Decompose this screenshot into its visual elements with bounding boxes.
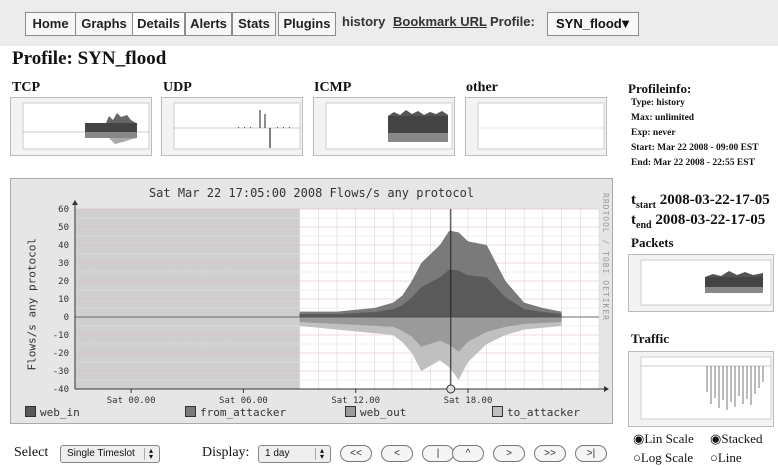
traffic-thumbnail-graph[interactable] bbox=[628, 351, 774, 427]
x-tick-label: Sat 06.00 bbox=[219, 396, 268, 406]
y-tick-label: 20 bbox=[58, 277, 69, 287]
legend-to-attacker: to_attacker bbox=[492, 406, 580, 419]
select-label: Select bbox=[14, 445, 49, 460]
x-tick-label: Sat 00.00 bbox=[107, 396, 156, 406]
y-tick-label: -40 bbox=[53, 385, 69, 395]
legend-swatch-web-out bbox=[345, 406, 356, 417]
x-axis-arrow bbox=[604, 386, 609, 392]
profile-select-value: SYN_flood bbox=[556, 16, 622, 31]
radio-stacked[interactable]: ◉Stacked bbox=[710, 431, 763, 447]
thumbnail-graph-other[interactable] bbox=[465, 97, 607, 156]
thumbnail-graph-tcp[interactable] bbox=[10, 97, 152, 156]
packets-heading: Packets bbox=[631, 235, 674, 250]
packets-thumbnail-graph[interactable] bbox=[628, 254, 774, 312]
legend-swatch-to-attacker bbox=[492, 406, 503, 417]
top-navigation-bar: Home Graphs Details Alerts Stats Plugins… bbox=[0, 0, 778, 46]
legend-label-from-attacker: from_attacker bbox=[200, 406, 287, 419]
profileinfo-end: End: Mar 22 2008 - 22:55 EST bbox=[631, 158, 755, 168]
thumbnail-graph-icmp[interactable] bbox=[313, 97, 455, 156]
t-start-line: tstart 2008-03-22-17-05 bbox=[631, 192, 770, 211]
nav-current-button[interactable]: | bbox=[422, 445, 454, 462]
y-tick-label: -10 bbox=[53, 331, 69, 341]
log-scale-label: Log Scale bbox=[640, 450, 694, 465]
profileinfo-exp: Exp: never bbox=[631, 128, 676, 138]
nav-first-button[interactable]: << bbox=[340, 445, 372, 462]
t-end-value: 2008-03-22-17-05 bbox=[655, 212, 766, 228]
stacked-label: Stacked bbox=[721, 431, 763, 446]
x-tick-label: Sat 12.00 bbox=[331, 396, 380, 406]
chevron-down-icon: ▼ bbox=[619, 16, 632, 31]
bookmark-url-link[interactable]: Bookmark URL bbox=[393, 14, 487, 29]
panel-label-tcp: TCP bbox=[12, 80, 40, 95]
spinner-icon: ▴ ▾ bbox=[315, 447, 328, 461]
legend-label-web-out: web_out bbox=[360, 406, 407, 419]
nav-up-button[interactable]: ^ bbox=[452, 445, 484, 462]
profile-label: Profile: bbox=[490, 14, 535, 29]
t-end-line: tend 2008-03-22-17-05 bbox=[631, 212, 766, 231]
nav-details-button[interactable]: Details bbox=[132, 12, 185, 36]
radio-line[interactable]: ○Line bbox=[710, 450, 742, 466]
legend-web-in: web_in bbox=[25, 406, 80, 419]
nav-stats-button[interactable]: Stats bbox=[232, 12, 276, 36]
time-marker-handle bbox=[446, 384, 456, 394]
profileinfo-start: Start: Mar 22 2008 - 09:00 EST bbox=[631, 143, 759, 153]
t-start-label: start bbox=[636, 200, 656, 211]
profileinfo-max: Max: unlimited bbox=[631, 113, 695, 123]
nav-home-button[interactable]: Home bbox=[25, 12, 76, 36]
y-tick-label: -20 bbox=[53, 349, 69, 359]
legend-label-web-in: web_in bbox=[40, 406, 80, 419]
nav-alerts-button[interactable]: Alerts bbox=[185, 12, 232, 36]
history-label: history bbox=[342, 14, 386, 29]
traffic-heading: Traffic bbox=[631, 331, 670, 346]
nav-last-button[interactable]: >> bbox=[534, 445, 566, 462]
x-tick-label: Sat 18.00 bbox=[444, 396, 493, 406]
panel-label-icmp: ICMP bbox=[314, 80, 352, 95]
t-end-label: end bbox=[636, 220, 652, 231]
y-axis-arrow bbox=[72, 200, 78, 205]
display-select[interactable]: 1 day ▴ ▾ bbox=[258, 445, 331, 463]
y-tick-label: -30 bbox=[53, 367, 69, 377]
legend-from-attacker: from_attacker bbox=[185, 406, 286, 419]
line-label: Line bbox=[717, 450, 742, 465]
display-select-value: 1 day bbox=[265, 448, 290, 459]
t-start-value: 2008-03-22-17-05 bbox=[659, 192, 770, 208]
radio-lin-scale[interactable]: ◉Lin Scale bbox=[633, 431, 694, 447]
nav-prev-button[interactable]: < bbox=[381, 445, 413, 462]
display-label: Display: bbox=[202, 445, 250, 460]
y-tick-label: 60 bbox=[58, 205, 69, 215]
y-tick-label: 30 bbox=[58, 259, 69, 269]
thumbnail-graph-udp[interactable] bbox=[161, 97, 303, 156]
nav-end-button[interactable]: >| bbox=[575, 445, 607, 462]
timeslot-select[interactable]: Single Timeslot ▴ ▾ bbox=[60, 445, 160, 463]
legend-swatch-from-attacker bbox=[185, 406, 196, 417]
legend-web-out: web_out bbox=[345, 406, 406, 419]
profile-select[interactable]: SYN_flood ▼ bbox=[547, 12, 639, 36]
lin-scale-label: Lin Scale bbox=[644, 431, 694, 446]
radio-log-scale[interactable]: ○Log Scale bbox=[633, 450, 693, 466]
main-flow-graph[interactable]: Sat Mar 22 17:05:00 2008 Flows/s any pro… bbox=[10, 178, 613, 424]
legend-label-to-attacker: to_attacker bbox=[507, 406, 580, 419]
flow-chart-canvas[interactable]: 60 50 40 30 20 10 0 -10 -20 -30 -40 Sat 00.00 Sat 06… bbox=[11, 179, 614, 425]
y-tick-label: 50 bbox=[58, 223, 69, 233]
timeslot-select-value: Single Timeslot bbox=[67, 448, 135, 459]
spinner-icon: ▴ ▾ bbox=[144, 447, 157, 461]
page-title: Profile: SYN_flood bbox=[12, 48, 167, 69]
y-tick-label: 0 bbox=[64, 313, 69, 323]
profileinfo-type: Type: history bbox=[631, 98, 685, 108]
panel-label-udp: UDP bbox=[163, 80, 192, 95]
legend-swatch-web-in bbox=[25, 406, 36, 417]
y-tick-label: 10 bbox=[58, 295, 69, 305]
profileinfo-title: Profileinfo: bbox=[628, 81, 692, 96]
y-tick-label: 40 bbox=[58, 241, 69, 251]
nav-graphs-button[interactable]: Graphs bbox=[75, 12, 133, 36]
nav-plugins-button[interactable]: Plugins bbox=[278, 12, 336, 36]
panel-label-other: other bbox=[466, 80, 498, 95]
nav-next-button[interactable]: > bbox=[493, 445, 525, 462]
